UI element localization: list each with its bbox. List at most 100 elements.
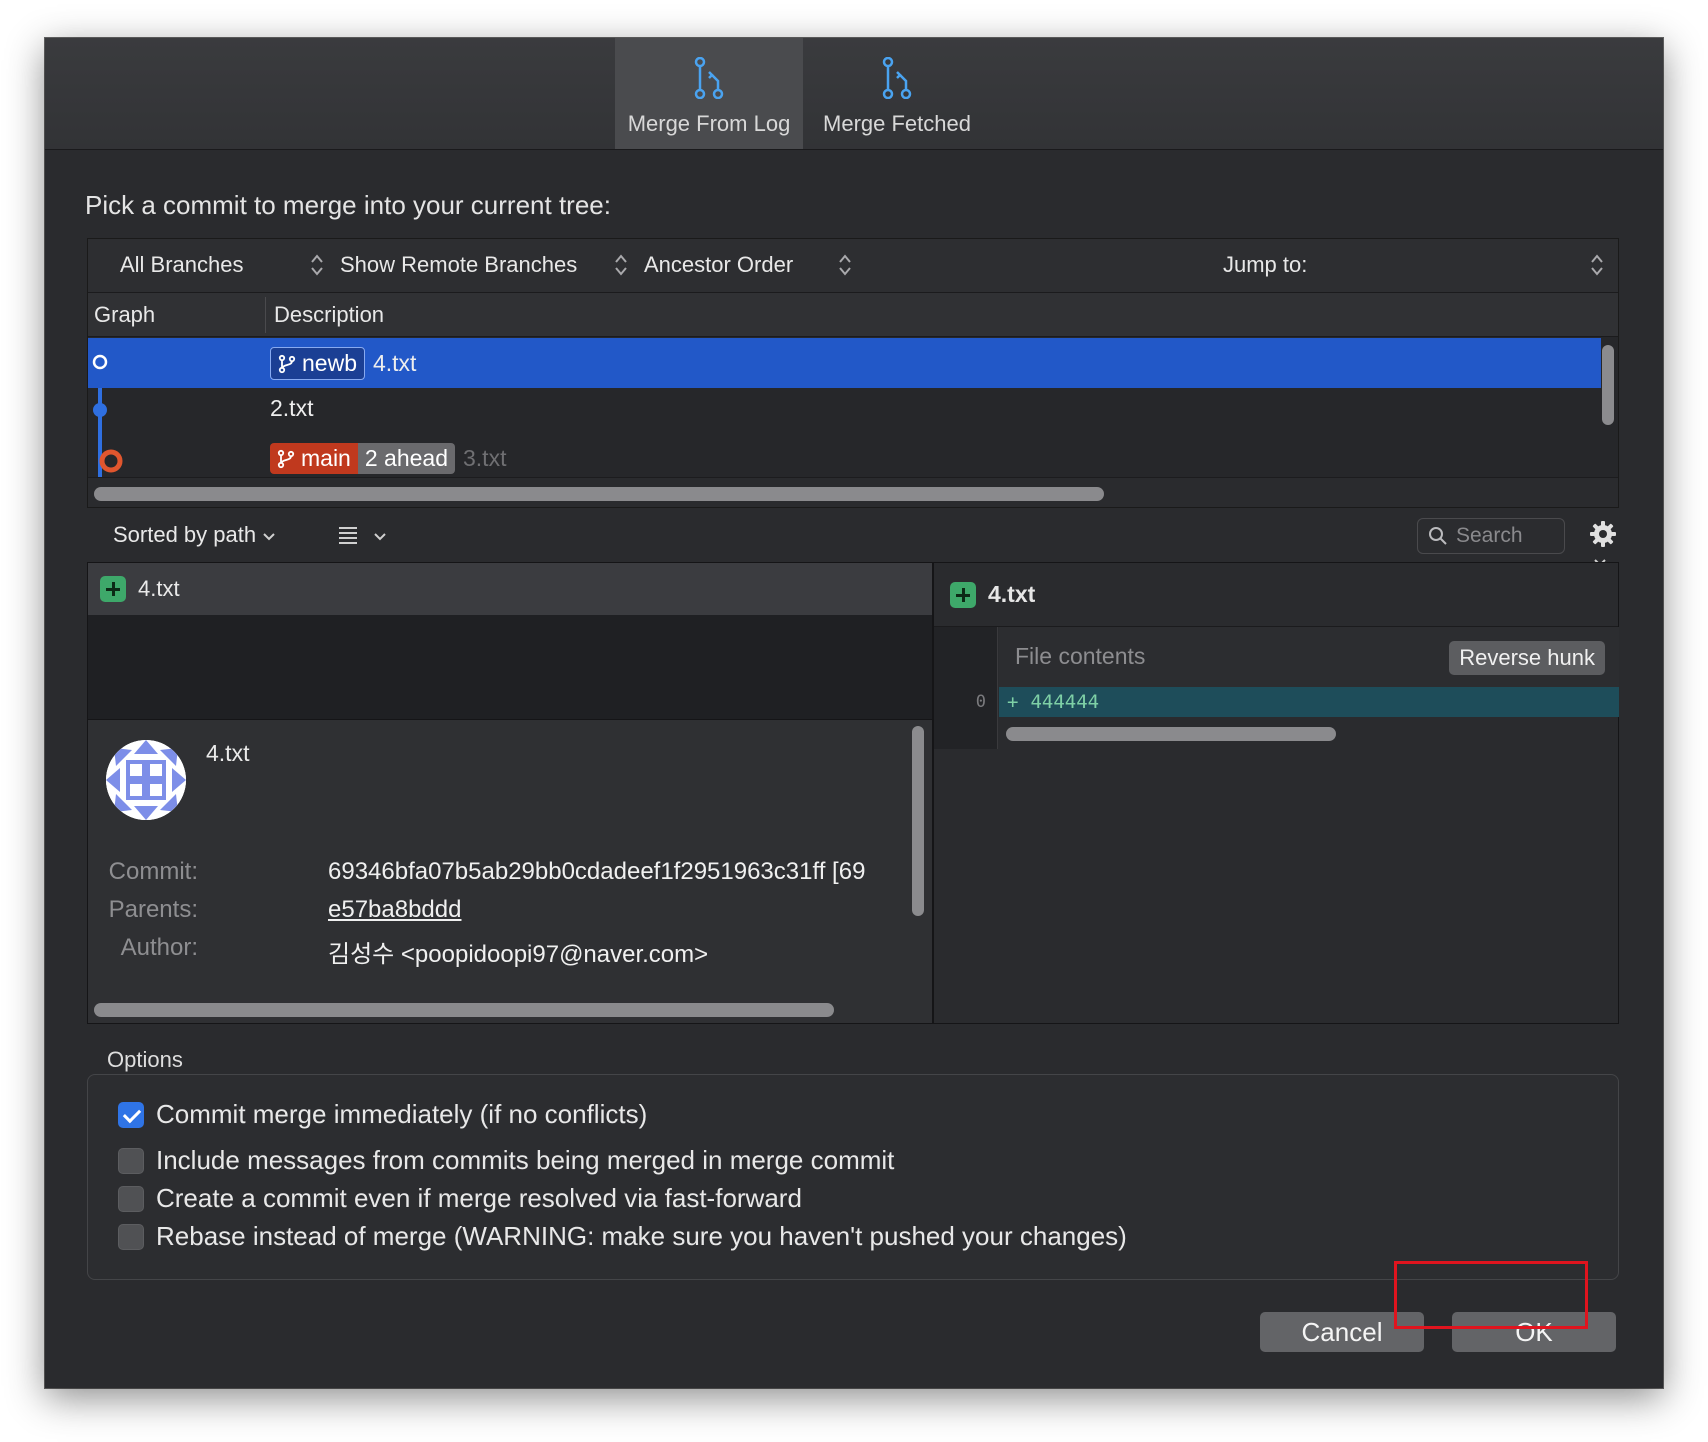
branch-icon: [278, 354, 296, 373]
diff-file-name: 4.txt: [988, 581, 1036, 607]
checkbox-unchecked[interactable]: [118, 1147, 144, 1174]
commit-row[interactable]: 2.txt: [88, 386, 1601, 436]
tab-label: Merge Fetched: [823, 111, 971, 136]
diff-pane: 4.txt File contents Reverse hunk 0 + 444…: [933, 562, 1619, 1024]
log-column-header: Graph Description: [88, 293, 1618, 337]
options-title: Options: [107, 1047, 183, 1072]
added-file-icon: [100, 576, 126, 602]
commit-row[interactable]: main 2 ahead 3.txt: [88, 434, 1601, 478]
branch-badge[interactable]: newb: [270, 347, 365, 380]
merge-icon: [694, 57, 724, 99]
list-icon: [339, 527, 357, 544]
stepper-icon[interactable]: [838, 252, 852, 278]
view-mode-dropdown[interactable]: [337, 524, 387, 552]
branch-badge[interactable]: main: [270, 443, 358, 474]
order-select[interactable]: Ancestor Order: [644, 252, 793, 278]
option-rebase-instead[interactable]: Rebase instead of merge (WARNING: make s…: [118, 1221, 1127, 1252]
checkbox-checked[interactable]: [118, 1101, 144, 1128]
merge-dialog: Merge From Log Merge Fetched Pick a comm…: [45, 38, 1663, 1388]
jump-to-select[interactable]: Jump to:: [1223, 252, 1307, 278]
merge-icon: [882, 57, 912, 99]
remote-branches-select[interactable]: Show Remote Branches: [340, 252, 577, 278]
cancel-button[interactable]: Cancel: [1260, 1312, 1424, 1352]
checkbox-unchecked[interactable]: [118, 1185, 144, 1212]
branch-name: main: [301, 445, 351, 471]
log-horizontal-scrollbar[interactable]: [94, 487, 1104, 501]
log-vertical-scrollbar[interactable]: [1602, 345, 1614, 425]
author-value: 김성수 <poopidoopi97@naver.com>: [328, 941, 709, 968]
option-label: Include messages from commits being merg…: [156, 1145, 895, 1175]
file-toolbar: Sorted by path Search: [87, 508, 1619, 567]
author-label: Author:: [120, 934, 198, 961]
commit-subject: 4.txt: [206, 740, 250, 766]
parents-row: Parents: e57ba8bddd: [88, 896, 908, 936]
author-avatar: [106, 740, 186, 820]
option-commit-immediately[interactable]: Commit merge immediately (if no conflict…: [118, 1099, 647, 1130]
commit-message: 3.txt: [463, 445, 507, 471]
option-label: Rebase instead of merge (WARNING: make s…: [156, 1221, 1127, 1251]
added-file-icon: [950, 581, 976, 608]
stepper-icon[interactable]: [1590, 252, 1604, 278]
commit-row[interactable]: newb 4.txt: [88, 338, 1601, 388]
option-label: Commit merge immediately (if no conflict…: [156, 1099, 648, 1129]
file-list-item[interactable]: 4.txt: [88, 563, 932, 615]
commit-label: Commit:: [108, 858, 198, 885]
stepper-icon[interactable]: [310, 252, 324, 278]
commit-log: All Branches Show Remote Branches Ancest…: [87, 238, 1619, 508]
chevron-down-icon: [374, 533, 386, 541]
commit-details: 4.txt Commit: 69346bfa07b5ab29bb0cdadeef…: [88, 719, 932, 1023]
branch-icon: [277, 449, 295, 468]
log-horizontal-scroll-track: [88, 477, 1618, 507]
stepper-icon[interactable]: [614, 252, 628, 278]
details-vertical-scrollbar[interactable]: [912, 726, 924, 916]
merge-prompt: Pick a commit to merge into your current…: [85, 190, 611, 220]
tab-label: Merge From Log: [627, 111, 791, 136]
commit-message: 2.txt: [270, 395, 314, 421]
line-number: 0: [975, 692, 986, 712]
added-line: + 444444: [999, 687, 1619, 717]
details-horizontal-scrollbar[interactable]: [94, 1003, 834, 1017]
search-icon: [1429, 527, 1447, 545]
reverse-hunk-button[interactable]: Reverse hunk: [1449, 641, 1605, 675]
diff-file-header: 4.txt: [934, 563, 1618, 627]
commit-hash: 69346bfa07b5ab29bb0cdadeef1f2951963c31ff…: [328, 858, 866, 885]
branch-name: newb: [302, 350, 357, 376]
author-row: Author: 김성수 <poopidoopi97@naver.com>: [88, 934, 908, 974]
options-box: Commit merge immediately (if no conflict…: [87, 1074, 1619, 1280]
checkbox-unchecked[interactable]: [118, 1223, 144, 1250]
tab-merge-from-log[interactable]: Merge From Log: [615, 38, 803, 149]
line-text: 444444: [1030, 691, 1100, 713]
sort-label: Sorted by path: [113, 522, 257, 547]
tab-merge-fetched[interactable]: Merge Fetched: [803, 38, 991, 149]
diff-horizontal-scrollbar[interactable]: [1006, 727, 1336, 741]
file-search-input[interactable]: Search: [1417, 518, 1565, 554]
sort-dropdown[interactable]: Sorted by path: [113, 522, 276, 548]
ahead-badge: 2 ahead: [357, 443, 455, 474]
commit-hash-row: Commit: 69346bfa07b5ab29bb0cdadeef1f2951…: [88, 858, 908, 898]
column-divider[interactable]: [265, 297, 266, 333]
log-toolbar: All Branches Show Remote Branches Ancest…: [88, 239, 1618, 293]
option-include-messages[interactable]: Include messages from commits being merg…: [118, 1145, 894, 1176]
parents-label: Parents:: [108, 896, 198, 923]
option-label: Create a commit even if merge resolved v…: [156, 1183, 802, 1213]
hunk-header: File contents Reverse hunk: [999, 627, 1619, 687]
commit-node: [99, 449, 123, 473]
commit-node: [93, 403, 107, 417]
graph-column-header[interactable]: Graph: [94, 302, 155, 328]
tab-toolbar: Merge From Log Merge Fetched: [45, 38, 1663, 150]
commit-list: newb 4.txt 2.txt main 2 ahead 3.txt: [88, 338, 1601, 478]
file-list-pane: 4.txt 4.txt Commit: 69346bfa07b5ab29bb0c…: [87, 562, 933, 1024]
commit-message: 4.txt: [372, 350, 417, 376]
chevron-down-icon: [263, 533, 275, 541]
file-name: 4.txt: [138, 576, 180, 601]
branches-select[interactable]: All Branches: [120, 252, 244, 278]
commit-node: [92, 354, 108, 370]
line-prefix: +: [1007, 691, 1019, 713]
description-column-header[interactable]: Description: [274, 302, 384, 328]
parent-commit-link[interactable]: e57ba8bddd: [328, 896, 461, 924]
search-placeholder: Search: [1456, 524, 1523, 547]
hunk-title: File contents: [1015, 643, 1146, 669]
ok-button[interactable]: OK: [1452, 1312, 1616, 1352]
gear-icon: [1590, 521, 1616, 547]
option-create-commit-fast-forward[interactable]: Create a commit even if merge resolved v…: [118, 1183, 802, 1214]
